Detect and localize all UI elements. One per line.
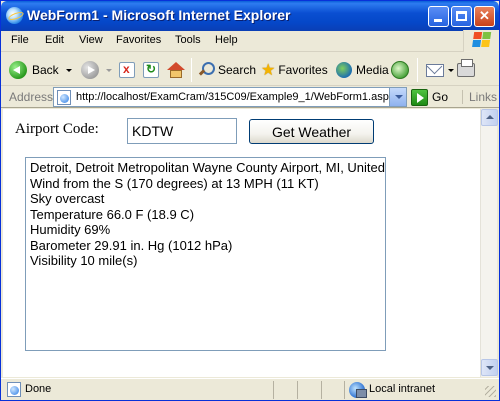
get-weather-button[interactable]: Get Weather (249, 119, 374, 144)
result-line: Barometer 29.91 in. Hg (1012 hPa) (30, 237, 233, 253)
stop-button[interactable]: x (119, 59, 135, 81)
address-label: Address (9, 90, 54, 104)
back-label: Back (32, 63, 59, 77)
vertical-scrollbar[interactable] (480, 109, 498, 377)
media-icon (336, 62, 352, 78)
chevron-down-icon[interactable] (448, 68, 454, 72)
resize-grip[interactable] (485, 386, 496, 397)
result-line: Temperature 66.0 F (18.9 C) (30, 206, 195, 222)
page-status-icon (7, 382, 21, 397)
search-label: Search (218, 63, 257, 77)
mail-icon (426, 63, 444, 77)
media-label: Media (356, 63, 389, 77)
stop-icon: x (119, 62, 135, 78)
printer-icon (457, 59, 475, 77)
weather-results-textarea[interactable]: Detroit, Detroit Metropolitan Wayne Coun… (25, 157, 386, 351)
favorites-button[interactable]: ★ Favorites (261, 59, 328, 81)
result-line: Wind from the S (170 degrees) at 13 MPH … (30, 175, 319, 191)
print-button[interactable] (457, 59, 475, 81)
windows-flag-icon (472, 32, 492, 49)
address-dropdown-button[interactable] (389, 88, 406, 106)
home-button[interactable] (167, 59, 185, 81)
menu-favorites[interactable]: Favorites (116, 34, 161, 46)
standard-toolbar: Back x ↻ Search ★ Favorites Media (1, 53, 499, 86)
search-icon (198, 62, 215, 78)
back-button[interactable]: Back (9, 59, 72, 81)
menu-help[interactable]: Help (215, 34, 238, 46)
windows-logo (463, 30, 499, 52)
go-button[interactable]: Go (411, 88, 448, 106)
mail-button[interactable] (426, 59, 454, 81)
close-icon: ✕ (479, 8, 490, 23)
status-bar: Done Local intranet (1, 378, 499, 400)
menu-tools[interactable]: Tools (175, 34, 201, 46)
result-line: Sky overcast (30, 191, 105, 206)
airport-code-input[interactable] (127, 118, 237, 144)
go-arrow-icon (411, 88, 428, 106)
menu-bar: File Edit View Favorites Tools Help (1, 31, 499, 52)
scroll-up-button[interactable] (481, 109, 498, 126)
toolbar-separator (417, 58, 418, 82)
menu-view[interactable]: View (79, 34, 103, 46)
go-label: Go (432, 90, 449, 104)
status-divider (321, 381, 322, 399)
history-icon (391, 61, 409, 79)
forward-arrow-icon (81, 61, 99, 79)
maximize-button[interactable] (451, 6, 472, 27)
maximize-icon (456, 11, 467, 21)
menu-file[interactable]: File (11, 34, 29, 46)
refresh-icon: ↻ (143, 62, 159, 78)
forward-button[interactable] (81, 59, 112, 81)
local-intranet-icon (349, 382, 367, 398)
media-button[interactable]: Media (336, 59, 389, 81)
back-arrow-icon (9, 61, 27, 79)
chevron-down-icon[interactable] (65, 68, 72, 72)
title-bar[interactable]: WebForm1 - Microsoft Internet Explorer ✕ (1, 1, 499, 31)
address-input[interactable]: http://localhost/ExamCram/315C09/Example… (53, 87, 407, 107)
internet-explorer-icon (6, 7, 23, 24)
security-zone-text: Local intranet (369, 383, 436, 395)
result-line: Visibility 10 mile(s) (30, 253, 138, 268)
scroll-down-button[interactable] (481, 359, 498, 376)
status-divider (344, 381, 345, 399)
status-divider (273, 381, 274, 399)
close-button[interactable]: ✕ (474, 6, 495, 27)
refresh-button[interactable]: ↻ (143, 59, 159, 81)
page-icon (57, 90, 71, 105)
minimize-icon (434, 19, 442, 22)
home-icon (167, 62, 185, 78)
menu-edit[interactable]: Edit (45, 34, 64, 46)
links-button[interactable]: Links (462, 90, 497, 104)
favorites-label: Favorites (278, 63, 328, 77)
history-button[interactable] (391, 59, 409, 81)
minimize-button[interactable] (428, 6, 449, 27)
result-line: Humidity 69% (30, 222, 111, 237)
toolbar-separator (191, 58, 192, 82)
result-line: Detroit, Detroit Metropolitan Wayne Coun… (30, 160, 385, 175)
address-url[interactable]: http://localhost/ExamCram/315C09/Example… (76, 91, 394, 103)
page-content: Airport Code: Get Weather Detroit, Detro… (3, 109, 480, 377)
search-button[interactable]: Search (198, 59, 256, 81)
window-title: WebForm1 - Microsoft Internet Explorer (27, 7, 291, 23)
chevron-down-icon[interactable] (106, 68, 112, 72)
airport-code-label: Airport Code: (15, 121, 99, 137)
star-icon: ★ (261, 62, 276, 79)
address-bar: Address http://localhost/ExamCram/315C09… (1, 86, 499, 108)
status-text: Done (25, 383, 52, 395)
status-divider (297, 381, 298, 399)
browser-window: WebForm1 - Microsoft Internet Explorer ✕… (0, 0, 500, 401)
